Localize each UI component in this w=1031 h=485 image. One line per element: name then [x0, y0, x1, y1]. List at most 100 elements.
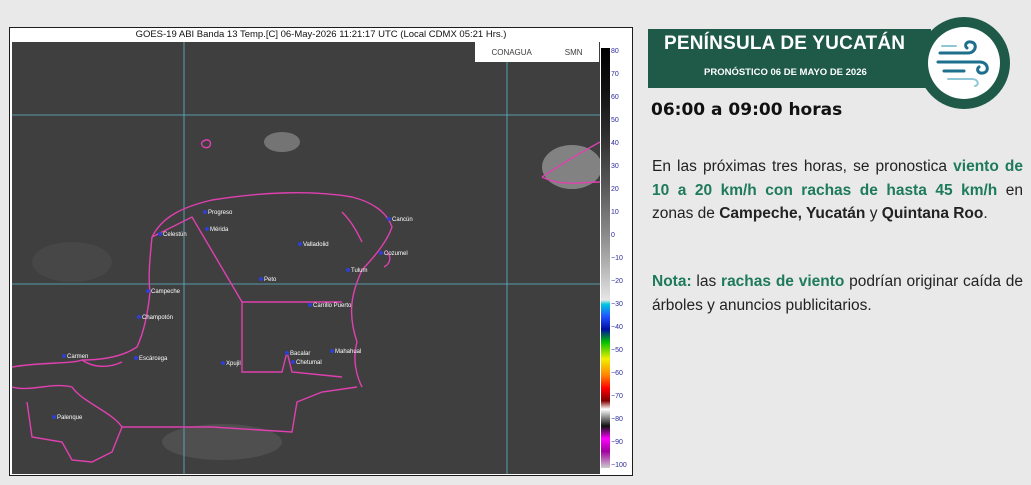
city-name: Peto	[264, 277, 277, 283]
city-label: Chetumal	[291, 360, 322, 366]
text-span: En las próximas tres horas, se pronostic…	[652, 158, 954, 175]
city-label: Xpujil	[221, 361, 241, 367]
city-label: Campeche	[146, 289, 180, 295]
colorbar-tick: 0	[611, 232, 615, 239]
city-dot	[137, 315, 141, 320]
city-name: Mérida	[210, 227, 229, 233]
city-dot	[203, 210, 207, 215]
laguna-coast	[12, 359, 123, 368]
smn-logo: SMN	[564, 47, 583, 57]
city-name: Tulum	[351, 268, 368, 274]
peninsula-coast	[151, 192, 393, 388]
region-title: PENÍNSULA DE YUCATÁN	[664, 33, 906, 54]
city-name: Palenque	[57, 415, 83, 421]
city-label: Bacalar	[285, 351, 310, 357]
cloud-patch	[264, 132, 300, 152]
note-paragraph: Nota: las rachas de viento podrían origi…	[652, 270, 1023, 317]
city-name: Campeche	[151, 289, 181, 295]
colorbar-tick: −70	[611, 393, 623, 400]
state-border	[151, 216, 343, 378]
wind-badge	[918, 17, 1010, 109]
colorbar-tick: 50	[611, 117, 619, 124]
satellite-caption: GOES-19 ABI Banda 13 Temp.[C] 06-May-202…	[135, 29, 507, 40]
city-label: Champotón	[137, 315, 173, 321]
city-label: Valladolid	[298, 242, 329, 248]
city-label: Carrillo Puerto	[308, 303, 351, 309]
text-span: .	[983, 205, 988, 222]
coastline	[12, 139, 600, 463]
time-range: 06:00 a 09:00 horas	[651, 100, 843, 120]
city-label: Cancún	[387, 217, 413, 223]
states-highlight: Campeche, Yucatán	[719, 205, 866, 222]
colorbar-tick: 20	[611, 186, 619, 193]
colorbar-tick: −90	[611, 439, 623, 446]
colorbar-tick: −30	[611, 301, 623, 308]
region-header: PENÍNSULA DE YUCATÁN PRONÓSTICO 06 DE MA…	[648, 29, 931, 88]
colorbar-tick: 80	[611, 48, 619, 55]
colorbar-tick: −100	[611, 462, 627, 469]
city-dot	[330, 349, 334, 354]
city-label: Mérida	[205, 227, 228, 233]
city-name: Chetumal	[296, 360, 322, 366]
city-name: Bacalar	[290, 351, 311, 357]
city-label: Celestún	[158, 232, 187, 238]
city-name: Progreso	[208, 210, 233, 216]
state-highlight: Quintana Roo	[881, 205, 984, 222]
colorbar-tick: 60	[611, 94, 619, 101]
arrecife-alacranes	[200, 139, 212, 149]
holbox-coast	[341, 211, 363, 243]
colorbar-tick: −50	[611, 347, 623, 354]
conagua-logo: CONAGUA	[491, 47, 532, 57]
colorbar-tick: −60	[611, 370, 623, 377]
city-name: Carmen	[67, 354, 89, 360]
temperature-colorbar	[601, 48, 610, 468]
city-dot	[387, 217, 391, 222]
colorbar-tick: −80	[611, 416, 623, 423]
colorbar-tick: 70	[611, 71, 619, 78]
city-dot	[221, 361, 225, 366]
city-name: Carrillo Puerto	[313, 303, 352, 309]
city-dot	[146, 289, 150, 294]
city-name: Cozumel	[384, 251, 408, 257]
forecast-date: PRONÓSTICO 06 DE MAYO DE 2026	[704, 67, 867, 78]
forecast-paragraph: En las próximas tres horas, se pronostic…	[652, 155, 1023, 226]
colorbar-tick: 40	[611, 140, 619, 147]
satellite-map: CONAGUA SMN Progreso Mérida Celestún Val…	[12, 42, 600, 474]
city-dot	[308, 303, 312, 308]
city-dot	[134, 356, 138, 361]
map-graphics	[12, 42, 600, 474]
colorbar-tick: −40	[611, 324, 623, 331]
satellite-panel: GOES-19 ABI Banda 13 Temp.[C] 06-May-202…	[9, 27, 633, 476]
city-dot	[52, 415, 56, 420]
city-name: Escárcega	[139, 356, 168, 362]
city-name: Mahahual	[335, 349, 362, 355]
note-label: Nota:	[652, 273, 692, 290]
gust-highlight: rachas de viento	[721, 273, 845, 290]
city-dot	[291, 360, 295, 365]
wind-icon	[936, 40, 989, 87]
border-south	[26, 401, 123, 463]
city-label: Palenque	[52, 415, 82, 421]
city-name: Valladolid	[303, 242, 329, 248]
city-name: Cancún	[392, 217, 413, 223]
city-dot	[379, 251, 383, 256]
colorbar-tick: 30	[611, 163, 619, 170]
city-dot	[259, 277, 263, 282]
city-name: Celestún	[163, 232, 187, 238]
city-dot	[205, 227, 209, 232]
city-label: Progreso	[203, 210, 232, 216]
city-name: Champotón	[142, 315, 174, 321]
city-dot	[158, 232, 162, 237]
city-dot	[285, 351, 289, 356]
colorbar-tick: −20	[611, 278, 623, 285]
city-dot	[346, 268, 350, 273]
cloud-patch	[32, 242, 112, 282]
cloud-patch	[162, 424, 282, 460]
city-label: Cozumel	[379, 251, 408, 257]
text-span: y	[865, 205, 882, 222]
city-label: Peto	[259, 277, 276, 283]
logo-box: CONAGUA SMN	[475, 42, 599, 62]
city-label: Tulum	[346, 268, 367, 274]
text-span: las	[691, 273, 722, 290]
city-name: Xpujil	[226, 361, 241, 367]
